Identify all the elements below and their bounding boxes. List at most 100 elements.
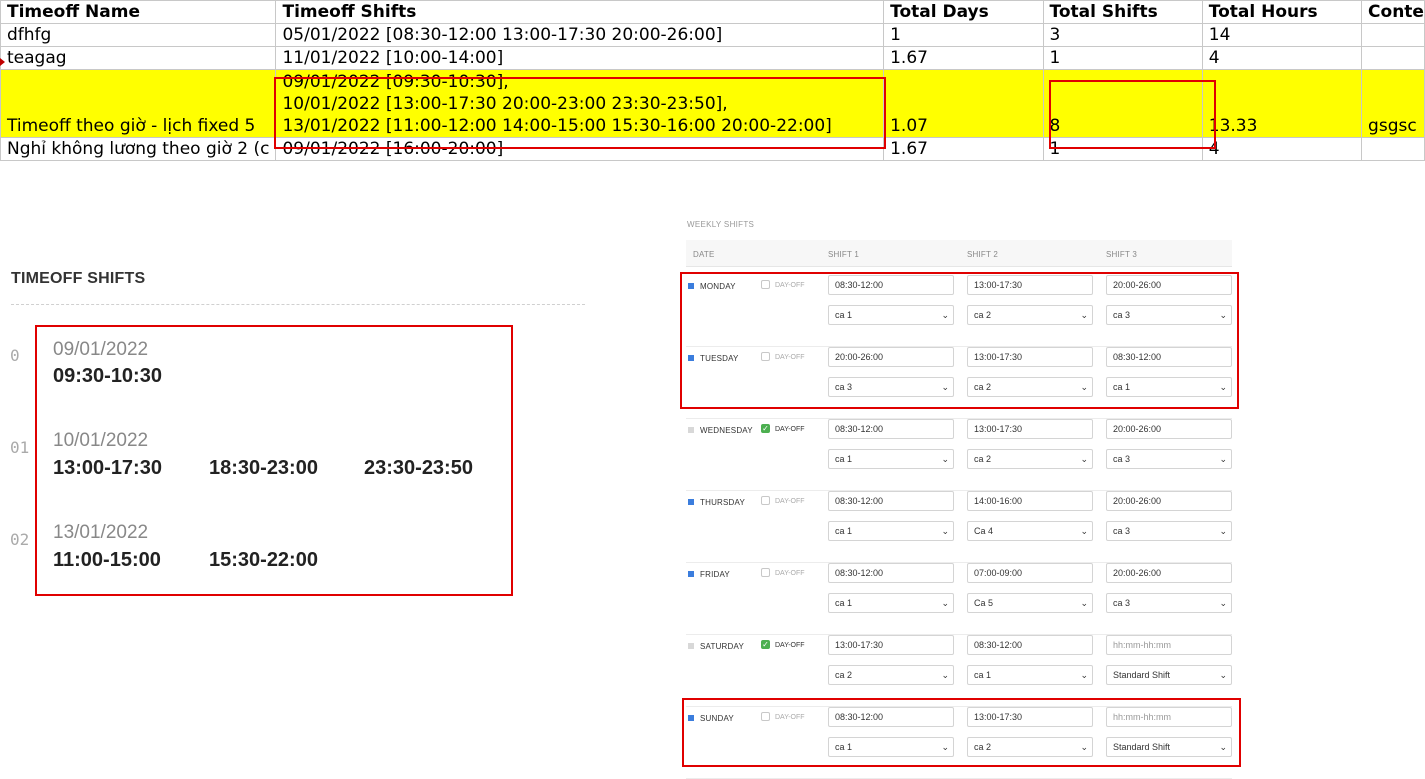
entry-index: 01 (10, 438, 30, 457)
shift-2-type-select[interactable]: ca 1 ⌄ (967, 665, 1093, 685)
day-off-checkbox[interactable]: ✓ (761, 640, 770, 649)
cell[interactable]: 1.07 (883, 69, 1044, 138)
shift-3-type-select[interactable]: Standard Shift ⌄ (1106, 737, 1232, 757)
spreadsheet: Timeoff Name Timeoff Shifts Total Days T… (0, 0, 1425, 165)
header-timeoff-name[interactable]: Timeoff Name (0, 0, 277, 24)
shift-3-type-select[interactable]: ca 1 ⌄ (1106, 377, 1232, 397)
shift-1-type-select[interactable]: ca 1 ⌄ (828, 449, 954, 469)
table-row: teagag 11/01/2022 [10:00-14:00] 1.67 1 4 (0, 46, 1425, 70)
shift-3-type-select[interactable]: Standard Shift ⌄ (1106, 665, 1232, 685)
cell[interactable]: teagag (0, 46, 277, 70)
header-date: DATE (693, 250, 715, 259)
shift-2-type-select[interactable]: Ca 4 ⌄ (967, 521, 1093, 541)
shift-1-time-input[interactable]: 08:30-12:00 (828, 563, 954, 583)
shift-1-time-input[interactable]: 08:30-12:00 (828, 707, 954, 727)
cell[interactable]: 4 (1201, 137, 1363, 161)
shift-3-type-select[interactable]: ca 3 ⌄ (1106, 593, 1232, 613)
shift-2-time-input[interactable]: 07:00-09:00 (967, 563, 1093, 583)
header-timeoff-shifts[interactable]: Timeoff Shifts (275, 0, 885, 24)
select-value: ca 3 (1113, 310, 1131, 320)
shift-2-time-input[interactable]: 13:00-17:30 (967, 419, 1093, 439)
cell[interactable] (1361, 46, 1425, 70)
shift-3-time-input[interactable]: 20:00-26:00 (1106, 275, 1232, 295)
weekly-title: WEEKLY SHIFTS (687, 220, 755, 229)
cell[interactable]: 1 (1042, 46, 1203, 70)
table-row: dfhfg 05/01/2022 [08:30-12:00 13:00-17:3… (0, 23, 1425, 47)
header-total-days[interactable]: Total Days (883, 0, 1044, 24)
shift-1-time-input[interactable]: 08:30-12:00 (828, 419, 954, 439)
shift-2-type-select[interactable]: ca 2 ⌄ (967, 449, 1093, 469)
shift-3-time-input[interactable]: 08:30-12:00 (1106, 347, 1232, 367)
shift-1-type-select[interactable]: ca 1 ⌄ (828, 521, 954, 541)
header-total-hours[interactable]: Total Hours (1201, 0, 1363, 24)
header-shift-2: SHIFT 2 (967, 250, 999, 259)
day-status-icon (688, 571, 694, 577)
cell[interactable]: 1.67 (883, 46, 1044, 70)
cell[interactable]: dfhfg (0, 23, 277, 47)
cell[interactable]: 4 (1201, 46, 1363, 70)
weekly-row-monday: MONDAY DAY-OFF 08:30-12:00 ca 1 ⌄ 13:00-17:30… (686, 274, 1232, 347)
shift-1-time-input[interactable]: 08:30-12:00 (828, 491, 954, 511)
shift-3-time-input[interactable]: 20:00-26:00 (1106, 563, 1232, 583)
shift-2-type-select[interactable]: ca 2 ⌄ (967, 305, 1093, 325)
day-off-checkbox[interactable] (761, 712, 770, 721)
cell[interactable]: 09/01/2022 [16:00-20:00] (275, 137, 885, 161)
day-label: WEDNESDAY (700, 426, 753, 435)
entry-date: 13/01/2022 (53, 522, 149, 543)
cell[interactable]: 1 (883, 23, 1044, 47)
cell[interactable]: Timeoff theo giờ - lịch fixed 5 (0, 69, 277, 138)
cell-multiline[interactable]: 09/01/2022 [09:30-10:30], 10/01/2022 [13… (275, 69, 885, 138)
shift-1-type-select[interactable]: ca 3 ⌄ (828, 377, 954, 397)
shift-3-time-input[interactable]: hh:mm-hh:mm (1106, 707, 1232, 727)
cell[interactable] (1361, 137, 1425, 161)
chevron-down-icon: ⌄ (1080, 670, 1088, 680)
day-label: THURSDAY (700, 498, 746, 507)
shift-2-type-select[interactable]: Ca 5 ⌄ (967, 593, 1093, 613)
shift-3-time-input[interactable]: 20:00-26:00 (1106, 419, 1232, 439)
shift-3-type-select[interactable]: ca 3 ⌄ (1106, 449, 1232, 469)
cell[interactable]: 1.67 (883, 137, 1044, 161)
cell[interactable]: Nghỉ không lương theo giờ 2 (c (0, 137, 277, 161)
shift-1-type-select[interactable]: ca 1 ⌄ (828, 737, 954, 757)
day-off-checkbox[interactable] (761, 496, 770, 505)
day-label: FRIDAY (700, 570, 730, 579)
header-total-shifts[interactable]: Total Shifts (1042, 0, 1203, 24)
shift-3-type-select[interactable]: ca 3 ⌄ (1106, 521, 1232, 541)
header-content[interactable]: Conte (1361, 0, 1425, 24)
cell[interactable]: gsgsc (1361, 69, 1425, 138)
day-status-icon (688, 427, 694, 433)
day-off-checkbox[interactable]: ✓ (761, 424, 770, 433)
day-off-checkbox[interactable] (761, 280, 770, 289)
cell[interactable]: 05/01/2022 [08:30-12:00 13:00-17:30 20:0… (275, 23, 885, 47)
shift-3-type-select[interactable]: ca 3 ⌄ (1106, 305, 1232, 325)
cell[interactable]: 14 (1201, 23, 1363, 47)
shift-2-time-input[interactable]: 13:00-17:30 (967, 707, 1093, 727)
cell[interactable]: 11/01/2022 [10:00-14:00] (275, 46, 885, 70)
cell[interactable]: 1 (1042, 137, 1203, 161)
shift-1-type-select[interactable]: ca 1 ⌄ (828, 305, 954, 325)
shift-1-time-input[interactable]: 20:00-26:00 (828, 347, 954, 367)
entry-shift: 11:00-15:00 (53, 549, 161, 571)
cell[interactable]: 13.33 (1201, 69, 1363, 138)
cell[interactable]: 8 (1042, 69, 1203, 138)
shift-2-time-input[interactable]: 13:00-17:30 (967, 275, 1093, 295)
select-value: Ca 5 (974, 598, 994, 608)
cell[interactable]: 3 (1042, 23, 1203, 47)
shift-1-time-input[interactable]: 13:00-17:30 (828, 635, 954, 655)
day-off-checkbox[interactable] (761, 568, 770, 577)
shift-2-type-select[interactable]: ca 2 ⌄ (967, 377, 1093, 397)
shift-1-type-select[interactable]: ca 1 ⌄ (828, 593, 954, 613)
day-off-label: DAY-OFF (775, 426, 805, 433)
shift-2-type-select[interactable]: ca 2 ⌄ (967, 737, 1093, 757)
shift-1-time-input[interactable]: 08:30-12:00 (828, 275, 954, 295)
day-off-label: DAY-OFF (775, 570, 805, 577)
shift-2-time-input[interactable]: 13:00-17:30 (967, 347, 1093, 367)
cell[interactable] (1361, 23, 1425, 47)
shift-3-time-input[interactable]: hh:mm-hh:mm (1106, 635, 1232, 655)
shift-2-time-input[interactable]: 14:00-16:00 (967, 491, 1093, 511)
shift-3-time-input[interactable]: 20:00-26:00 (1106, 491, 1232, 511)
header-shift-3: SHIFT 3 (1106, 250, 1138, 259)
shift-1-type-select[interactable]: ca 2 ⌄ (828, 665, 954, 685)
shift-2-time-input[interactable]: 08:30-12:00 (967, 635, 1093, 655)
day-off-checkbox[interactable] (761, 352, 770, 361)
